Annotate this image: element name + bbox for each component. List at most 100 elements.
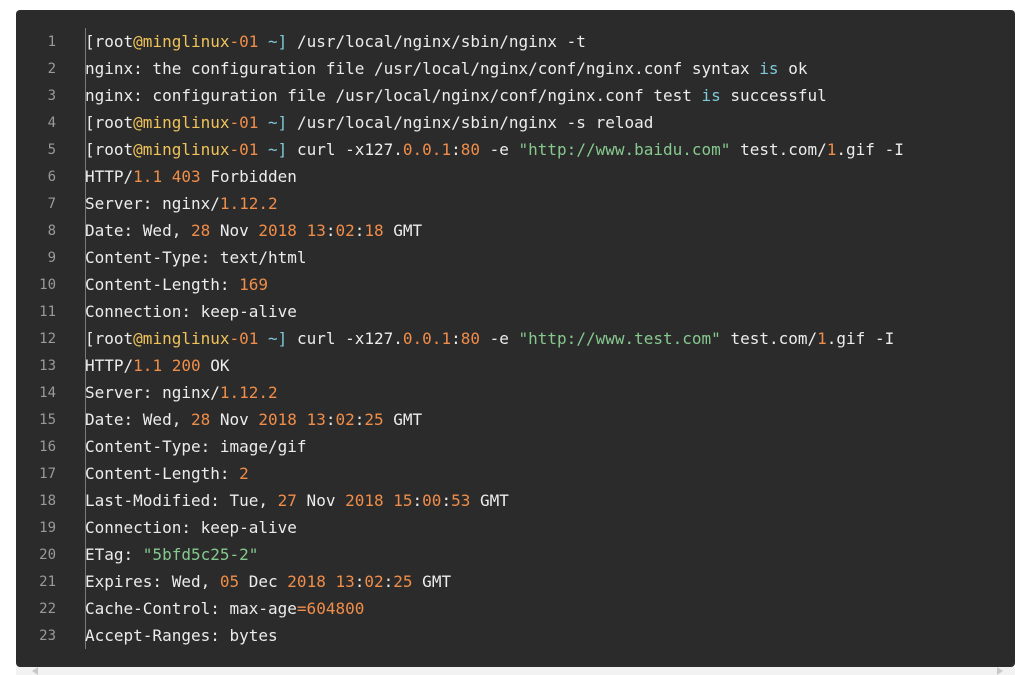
- code-text: Content-Type: image/gif: [69, 437, 307, 456]
- code-token: @minglinux: [133, 113, 230, 132]
- code-token: 2018 15: [345, 491, 413, 510]
- code-token: :: [441, 491, 452, 510]
- code-token: Connection: keep-alive: [85, 302, 297, 321]
- line-number: 23: [39, 627, 56, 644]
- line-number: 9: [47, 249, 56, 266]
- line-number: 17: [39, 465, 56, 482]
- line-number: 8: [47, 222, 56, 239]
- code-token: -01: [229, 32, 259, 51]
- code-token: @minglinux: [133, 329, 230, 348]
- code-token: Last-Modified: Tue,: [85, 491, 278, 510]
- code-token: 05: [219, 572, 240, 591]
- code-line: 20 ETag: "5bfd5c25-2": [16, 541, 1015, 568]
- code-token: "http://www.test.com": [518, 329, 721, 348]
- code-token: -01: [229, 113, 259, 132]
- code-token: Server: nginx/: [85, 194, 220, 213]
- code-line: 19 Connection: keep-alive: [16, 514, 1015, 541]
- code-text: [root@minglinux-01 ~] curl -x127.0.0.1:8…: [69, 329, 894, 348]
- code-text: Last-Modified: Tue, 27 Nov 2018 15:00:53…: [69, 491, 509, 510]
- code-line: 23 Accept-Ranges: bytes: [16, 622, 1015, 649]
- code-text: Content-Type: text/html: [69, 248, 307, 267]
- code-token: .gif -I: [826, 329, 895, 348]
- code-token: [root: [85, 140, 134, 159]
- code-token: GMT: [412, 572, 452, 591]
- code-token: [root: [85, 329, 134, 348]
- code-token: Server: nginx/: [85, 383, 220, 402]
- line-number: 20: [39, 546, 56, 563]
- scroll-right-arrow-icon[interactable]: [997, 667, 1003, 675]
- code-token: 0.0.1: [402, 140, 452, 159]
- code-text: Date: Wed, 28 Nov 2018 13:02:18 GMT: [69, 221, 422, 240]
- code-text: Cache-Control: max-age=604800: [69, 599, 364, 618]
- code-lines: 1 [root@minglinux-01 ~] /usr/local/nginx/…: [16, 28, 1015, 649]
- line-number: 5: [47, 141, 56, 158]
- code-token: 2018 13: [287, 572, 355, 591]
- code-token: HTTP/: [85, 356, 134, 375]
- code-token: [root: [85, 32, 134, 51]
- code-token: GMT: [470, 491, 509, 510]
- code-token: /usr/local/nginx/sbin/nginx -t: [287, 32, 586, 51]
- code-token: OK: [200, 356, 230, 375]
- code-token: /usr/local/nginx/sbin/nginx -s reload: [287, 113, 654, 132]
- code-token: curl -x127.: [287, 329, 403, 348]
- code-token: 2: [239, 464, 249, 483]
- code-line: 22 Cache-Control: max-age=604800: [16, 595, 1015, 622]
- code-token: 1: [817, 329, 827, 348]
- code-token: GMT: [383, 410, 423, 429]
- code-line: 6 HTTP/1.1 403 Forbidden: [16, 163, 1015, 190]
- line-number: 12: [39, 330, 56, 347]
- code-text: Date: Wed, 28 Nov 2018 13:02:25 GMT: [69, 410, 422, 429]
- line-number: 4: [47, 114, 56, 131]
- scroll-left-arrow-icon[interactable]: [32, 667, 38, 675]
- code-token: Cache-Control: max-age: [85, 599, 297, 618]
- code-token: Content-Type: image/gif: [85, 437, 307, 456]
- code-line: 1 [root@minglinux-01 ~] /usr/local/nginx/…: [16, 28, 1015, 55]
- code-token: Nov: [210, 410, 259, 429]
- code-text: Connection: keep-alive: [69, 302, 297, 321]
- code-line: 12 [root@minglinux-01 ~] curl -x127.0.0.1…: [16, 325, 1015, 352]
- code-line: 11 Connection: keep-alive: [16, 298, 1015, 325]
- code-token: .gif -I: [836, 140, 904, 159]
- code-token: Content-Length:: [85, 275, 240, 294]
- code-text: nginx: configuration file /usr/local/ngi…: [69, 86, 827, 105]
- code-text: Accept-Ranges: bytes: [69, 626, 278, 645]
- code-line: 8 Date: Wed, 28 Nov 2018 13:02:18 GMT: [16, 217, 1015, 244]
- code-token: Nov: [210, 221, 259, 240]
- code-token: -e: [479, 329, 519, 348]
- code-text: HTTP/1.1 200 OK: [69, 356, 230, 375]
- code-token: 27: [277, 491, 297, 510]
- code-token: 18: [364, 221, 384, 240]
- code-token: 169: [239, 275, 269, 294]
- code-token: Date: Wed,: [85, 410, 191, 429]
- code-line: 16 Content-Type: image/gif: [16, 433, 1015, 460]
- code-line: 13 HTTP/1.1 200 OK: [16, 352, 1015, 379]
- code-token: 02: [335, 410, 355, 429]
- code-token: "5bfd5c25-2": [142, 545, 259, 564]
- line-number: 21: [39, 573, 56, 590]
- code-text: Server: nginx/1.12.2: [69, 194, 278, 213]
- code-token: -01: [229, 140, 259, 159]
- code-token: 1.12.2: [219, 383, 278, 402]
- horizontal-scrollbar[interactable]: [16, 667, 1015, 675]
- code-token: :: [451, 140, 461, 159]
- code-token: Nov: [296, 491, 346, 510]
- code-line: 2 nginx: the configuration file /usr/loca…: [16, 55, 1015, 82]
- code-token: :: [383, 572, 394, 591]
- code-line: 3 nginx: configuration file /usr/local/ng…: [16, 82, 1015, 109]
- code-token: [root: [85, 113, 134, 132]
- code-token: 00: [422, 491, 442, 510]
- code-token: Forbidden: [200, 167, 297, 186]
- code-token: GMT: [383, 221, 423, 240]
- code-text: nginx: the configuration file /usr/local…: [69, 59, 807, 78]
- code-line: 14 Server: nginx/1.12.2: [16, 379, 1015, 406]
- code-token: successful: [720, 86, 827, 105]
- code-line: 10 Content-Length: 169: [16, 271, 1015, 298]
- code-line: 18 Last-Modified: Tue, 27 Nov 2018 15:00:…: [16, 487, 1015, 514]
- code-token: Content-Length:: [85, 464, 240, 483]
- code-token: ok: [778, 59, 808, 78]
- code-token: ~]: [258, 329, 288, 348]
- code-token: 28: [190, 221, 211, 240]
- code-token: "http://www.baidu.com": [518, 140, 731, 159]
- code-text: Server: nginx/1.12.2: [69, 383, 278, 402]
- code-token: Connection: keep-alive: [85, 518, 297, 537]
